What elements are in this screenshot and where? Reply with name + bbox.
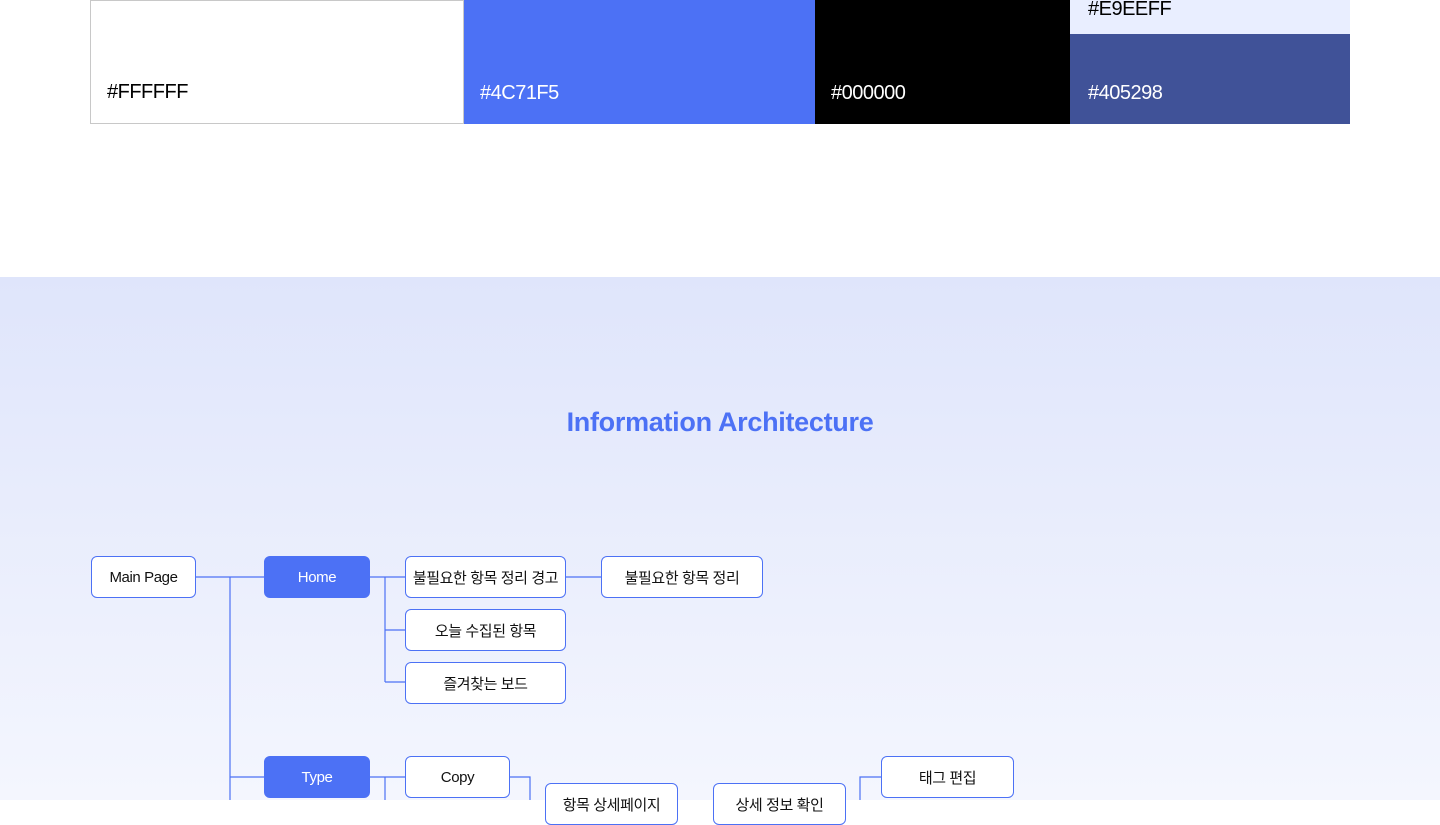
ia-node-main-page: Main Page: [91, 556, 196, 598]
ia-connectors: [196, 576, 882, 800]
ia-node-detail-check: 상세 정보 확인: [713, 783, 846, 825]
ia-section: Information Architecture Main Page Home …: [0, 277, 1440, 825]
ia-node-home: Home: [264, 556, 370, 598]
swatch-light-hex: #E9EEFF: [1088, 0, 1172, 20]
swatch-blue-hex: #4C71F5: [480, 82, 559, 104]
ia-node-today-items: 오늘 수집된 항목: [405, 609, 566, 651]
swatch-navy: #405298: [1070, 34, 1350, 124]
ia-node-cleanup-warning: 불필요한 항목 정리 경고: [405, 556, 566, 598]
link-copy-detail: [510, 776, 531, 800]
ia-node-item-detail: 항목 상세페이지: [545, 783, 678, 825]
ia-node-favorite-boards: 즐겨찾는 보드: [405, 662, 566, 704]
link-check-tag: [859, 776, 882, 800]
swatch-light: #E9EEFF: [1070, 0, 1350, 34]
ia-node-cleanup: 불필요한 항목 정리: [601, 556, 763, 598]
ia-node-tag-edit: 태그 편집: [881, 756, 1014, 798]
swatch-black: #000000: [815, 0, 1070, 124]
color-palette: #FFFFFF #4C71F5 #000000 #E9EEFF #405298: [90, 0, 1350, 124]
swatch-white: #FFFFFF: [90, 0, 464, 124]
swatch-black-hex: #000000: [831, 82, 906, 104]
ia-node-copy: Copy: [405, 756, 510, 798]
ia-node-type: Type: [264, 756, 370, 798]
swatch-blue: #4C71F5: [464, 0, 815, 124]
swatch-white-hex: #FFFFFF: [107, 81, 188, 103]
swatch-navy-hex: #405298: [1088, 82, 1163, 104]
